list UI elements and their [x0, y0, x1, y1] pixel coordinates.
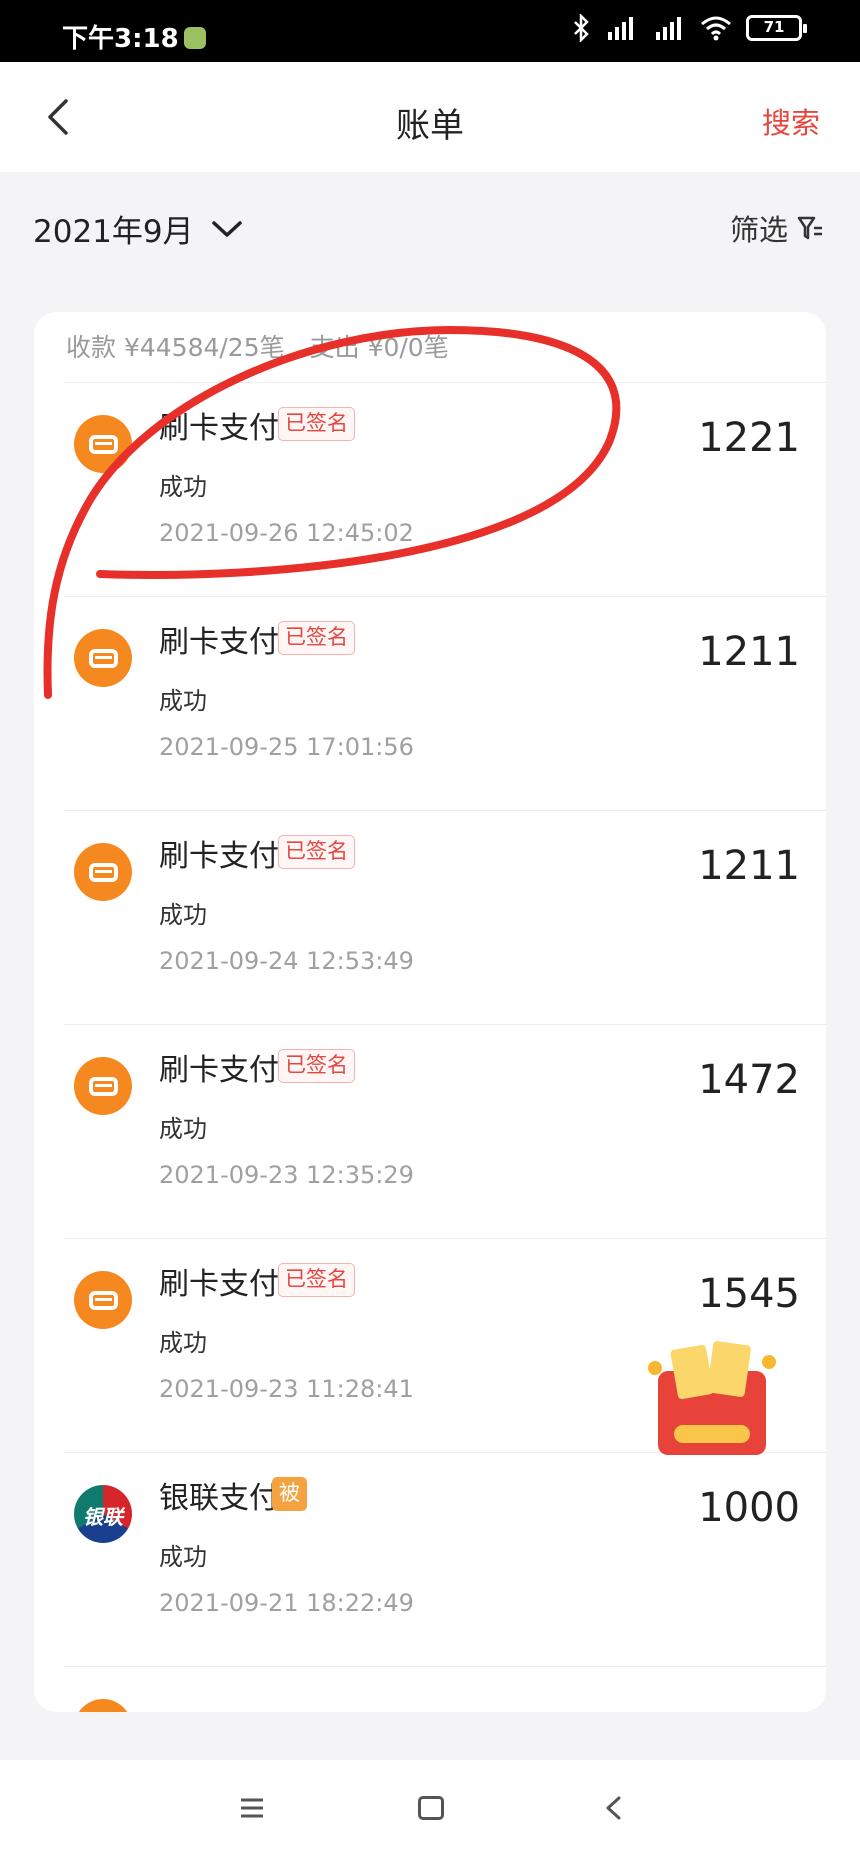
transaction-name: 刷卡支付	[159, 625, 279, 660]
signed-badge: 已签名	[278, 407, 355, 441]
promo-gift-icon[interactable]	[644, 1337, 780, 1465]
month-label: 2021年9月	[33, 214, 194, 250]
transaction-status: 成功	[159, 1115, 207, 1143]
transaction-list: 收款 ¥44584/25笔 支出 ¥0/0笔 刷卡支付 已签名 成功 2021-…	[34, 312, 826, 1712]
status-icons: 71	[572, 14, 807, 42]
status-bar: 下午3:18 71	[0, 0, 860, 62]
transaction-status: 成功	[159, 1329, 207, 1357]
unionpay-icon: 银联	[74, 1485, 132, 1543]
transaction-status: 成功	[159, 1543, 207, 1571]
chevron-down-icon	[211, 220, 242, 237]
transaction-name: 刷卡支付	[159, 411, 279, 446]
signed-badge: 已签名	[278, 1263, 355, 1297]
transaction-name: 银联支付	[159, 1481, 279, 1516]
transaction-status: 成功	[159, 473, 207, 501]
month-selector[interactable]: 2021年9月	[33, 206, 244, 251]
transaction-row[interactable]: 刷卡支付 已签名 成功 2021-09-24 12:53:49 1211	[64, 811, 826, 1025]
signal-icon	[608, 17, 633, 40]
summary-text: 收款 ¥44584/25笔 支出 ¥0/0笔	[66, 333, 449, 362]
transaction-row[interactable]: 刷卡支付 已签名 成功 2021-09-25 17:01:56 1211	[64, 597, 826, 811]
signed-badge: 已签名	[278, 1049, 355, 1083]
transaction-time: 2021-09-25 17:01:56	[159, 733, 414, 761]
transaction-time: 2021-09-26 12:45:02	[159, 519, 414, 547]
transaction-amount: 1000	[698, 1485, 800, 1531]
transaction-time: 2021-09-24 12:53:49	[159, 947, 414, 975]
battery-icon: 71	[746, 15, 807, 41]
status-time: 下午3:18	[62, 24, 179, 54]
transaction-amount: 1211	[698, 629, 800, 675]
transaction-name: 刷卡支付	[159, 1053, 279, 1088]
filter-label: 筛选	[729, 213, 788, 247]
card-payment-icon	[74, 415, 132, 473]
app-notification-icon	[184, 27, 206, 49]
signed-badge: 已签名	[278, 621, 355, 655]
menu-icon[interactable]	[238, 1796, 266, 1820]
transaction-row[interactable]: 刷卡支付 已签名 成功 2021-09-23 12:35:29 1472	[64, 1025, 826, 1239]
filter-row: 2021年9月 筛选	[0, 172, 860, 292]
page-title: 账单	[396, 106, 464, 146]
wifi-icon	[701, 16, 731, 41]
filter-icon	[797, 216, 822, 240]
transaction-row[interactable]: 银联 银联支付 被 成功 2021-09-21 18:22:49 1000	[64, 1453, 826, 1667]
transaction-amount: 1472	[698, 1057, 800, 1103]
transaction-row[interactable]: 刷卡支付 已签名 成功 2021-09-26 12:45:02 1221	[64, 383, 826, 597]
transaction-row-partial[interactable]	[64, 1667, 826, 1712]
signal-icon-2	[656, 17, 681, 40]
transaction-status: 成功	[159, 687, 207, 715]
passive-badge: 被	[272, 1477, 307, 1511]
transaction-amount: 1221	[698, 415, 800, 461]
card-payment-icon	[74, 629, 132, 687]
nav-back-icon[interactable]	[600, 1794, 628, 1822]
transaction-time: 2021-09-21 18:22:49	[159, 1589, 414, 1617]
card-payment-icon	[74, 1057, 132, 1115]
card-payment-icon	[74, 843, 132, 901]
transaction-amount: 1211	[698, 843, 800, 889]
transaction-time: 2021-09-23 12:35:29	[159, 1161, 414, 1189]
card-payment-icon	[74, 1699, 132, 1712]
transaction-name: 刷卡支付	[159, 1267, 279, 1302]
filter-button[interactable]: 筛选	[730, 207, 824, 249]
transaction-name: 刷卡支付	[159, 839, 279, 874]
card-payment-icon	[74, 1271, 132, 1329]
transaction-time: 2021-09-23 11:28:41	[159, 1375, 414, 1403]
search-button[interactable]: 搜索	[762, 100, 820, 142]
transaction-status: 成功	[159, 901, 207, 929]
home-icon[interactable]	[418, 1796, 444, 1820]
nav-bar: 账单 搜索	[0, 62, 860, 172]
signed-badge: 已签名	[278, 835, 355, 869]
system-nav-bar	[0, 1760, 860, 1863]
bluetooth-icon	[574, 14, 589, 42]
transaction-amount: 1545	[698, 1271, 800, 1317]
